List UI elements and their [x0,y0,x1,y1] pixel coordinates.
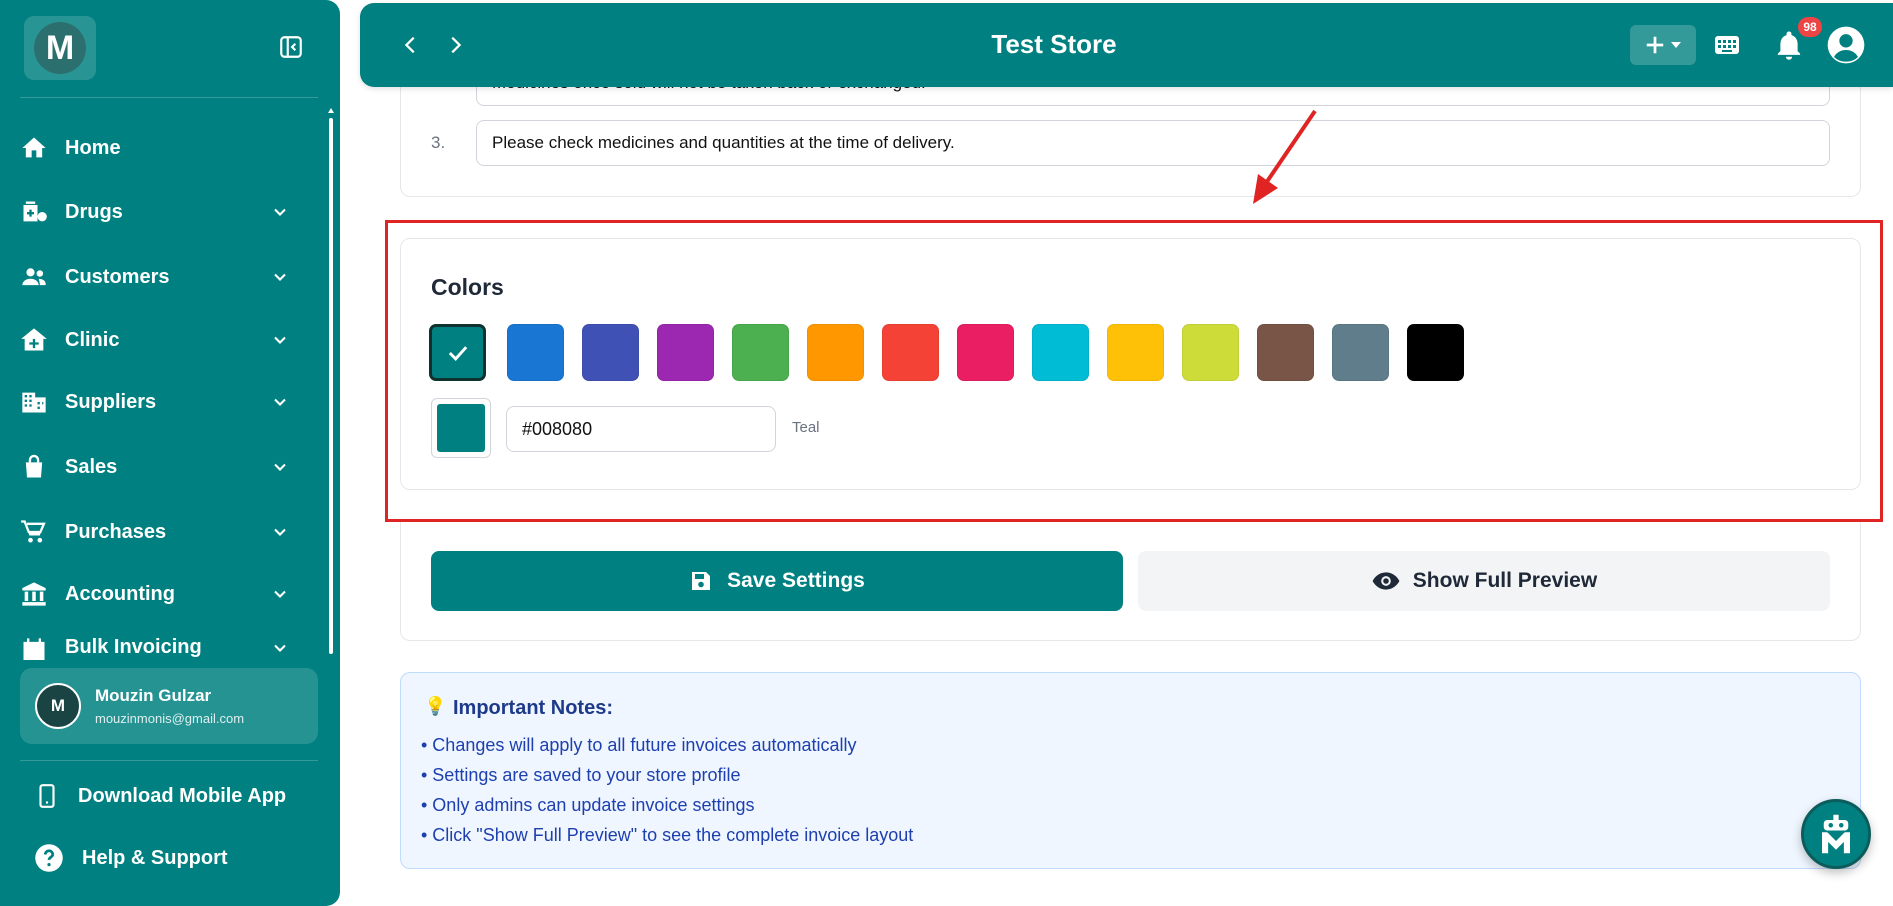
home-icon [22,137,46,158]
quick-add-button[interactable] [1630,25,1696,65]
help-support-label: Help & Support [82,846,228,869]
sidebar-item-label: Customers [65,265,170,288]
color-swatch-green[interactable] [732,324,789,381]
scroll-up-arrow-icon [328,108,334,113]
clinic-icon [21,328,47,351]
hex-color-input[interactable]: #008080 [506,406,776,452]
color-swatch-cyan[interactable] [1032,324,1089,381]
chevron-down-icon [274,463,286,471]
divider [20,760,318,761]
note-item: • Settings are saved to your store profi… [421,765,741,785]
notification-badge: 98 [1798,17,1822,37]
selected-color-preview [437,404,485,452]
term-input[interactable]: Please check medicines and quantities at… [476,120,1830,166]
sidebar-item-home[interactable]: Home [20,128,300,168]
sidebar-item-label: Drugs [65,200,123,223]
sidebar-item-customers[interactable]: Customers [20,257,300,297]
color-swatch-blue[interactable] [507,324,564,381]
page-title: Test Store [991,29,1117,59]
color-swatch-black[interactable] [1407,324,1464,381]
checkmark-icon [448,345,467,361]
color-swatch-pink[interactable] [957,324,1014,381]
note-item: • Only admins can update invoice setting… [421,795,755,815]
sidebar-item-label: Accounting [65,582,175,605]
download-mobile-app-link[interactable]: Download Mobile App [34,776,286,816]
chevron-down-icon [274,273,286,281]
sidebar-item-label: Sales [65,455,118,478]
help-circle-icon [35,844,63,872]
help-support-link[interactable]: Help & Support [34,838,228,878]
bank-icon [22,582,46,606]
sidebar-item-label: Suppliers [65,390,157,413]
sidebar-item-suppliers[interactable]: Suppliers [20,382,300,422]
colors-section-title: Colors [431,274,504,300]
sidebar-item-label: Purchases [65,520,167,543]
mobile-phone-icon [39,784,55,808]
lightbulb-icon: 💡 [424,696,447,716]
show-full-preview-label: Show Full Preview [1412,569,1598,592]
color-swatch-lime[interactable] [1182,324,1239,381]
keyboard-icon[interactable] [1714,33,1740,57]
eye-icon [1372,572,1400,590]
app-logo[interactable]: M [24,16,96,80]
user-email: mouzinmonis@gmail.com [95,711,245,726]
sidebar-scroll-thumb[interactable] [329,118,333,654]
chevron-down-icon [274,208,286,216]
sidebar-item-clinic[interactable]: Clinic [20,320,300,360]
sidebar-item-purchases[interactable]: Purchases [20,512,300,552]
sidebar-collapse-icon[interactable] [278,34,304,60]
show-full-preview-button[interactable]: Show Full Preview [1138,551,1830,611]
color-swatch-blue-grey[interactable] [1332,324,1389,381]
sidebar: M Home Drugs Customers Clinic Suppliers … [0,0,340,906]
account-avatar-icon[interactable] [1826,25,1866,65]
color-swatch-teal[interactable] [429,324,486,381]
annotation-arrow [1253,109,1317,204]
chevron-down-icon [274,398,286,406]
drugs-icon [23,201,47,222]
note-item: • Changes will apply to all future invoi… [421,735,857,755]
caret-down-icon [1671,42,1681,48]
sidebar-item-label: Clinic [65,328,120,351]
chevron-down-icon [274,528,286,536]
avatar: M [35,683,81,729]
sidebar-item-accounting[interactable]: Accounting [20,574,300,614]
save-disk-icon [692,572,711,590]
save-settings-button[interactable]: Save Settings [431,551,1123,611]
logo-letter: M [34,22,86,74]
note-item: • Click "Show Full Preview" to see the c… [421,825,914,845]
color-swatch-brown[interactable] [1257,324,1314,381]
save-settings-label: Save Settings [727,569,865,592]
important-notes-title: Important Notes: [453,697,613,719]
chevron-down-icon [274,590,286,598]
color-swatch-orange[interactable] [807,324,864,381]
chevron-down-icon [274,644,286,652]
color-swatch-red[interactable] [882,324,939,381]
sidebar-item-sales[interactable]: Sales [20,447,300,487]
user-profile-card[interactable]: M Mouzin Gulzar mouzinmonis@gmail.com [20,668,318,744]
ai-assistant-button[interactable] [1801,799,1871,869]
selected-color-name: Teal [792,419,820,436]
chevron-down-icon [274,336,286,344]
plus-icon [1646,36,1664,54]
download-mobile-app-label: Download Mobile App [78,784,287,807]
sidebar-item-label: Home [65,136,121,159]
color-swatch-indigo[interactable] [582,324,639,381]
suppliers-icon [22,392,46,413]
cart-icon [21,520,46,543]
divider [20,97,318,98]
color-swatch-purple[interactable] [657,324,714,381]
sales-bag-icon [25,454,43,478]
user-name: Mouzin Gulzar [95,686,212,705]
sidebar-item-label: Bulk Invoicing [65,636,202,658]
notification-bell-icon[interactable] [1774,29,1804,61]
robot-icon [1822,814,1850,854]
sidebar-item-bulk-invoicing[interactable]: Bulk Invoicing [20,636,300,660]
color-swatch-amber[interactable] [1107,324,1164,381]
term-number: 3. [431,133,446,152]
calendar-icon [23,638,45,660]
top-header: Test Store 98 [360,3,1893,87]
color-picker-preview[interactable] [431,398,491,458]
sidebar-item-drugs[interactable]: Drugs [20,192,300,232]
customers-icon [22,268,46,286]
